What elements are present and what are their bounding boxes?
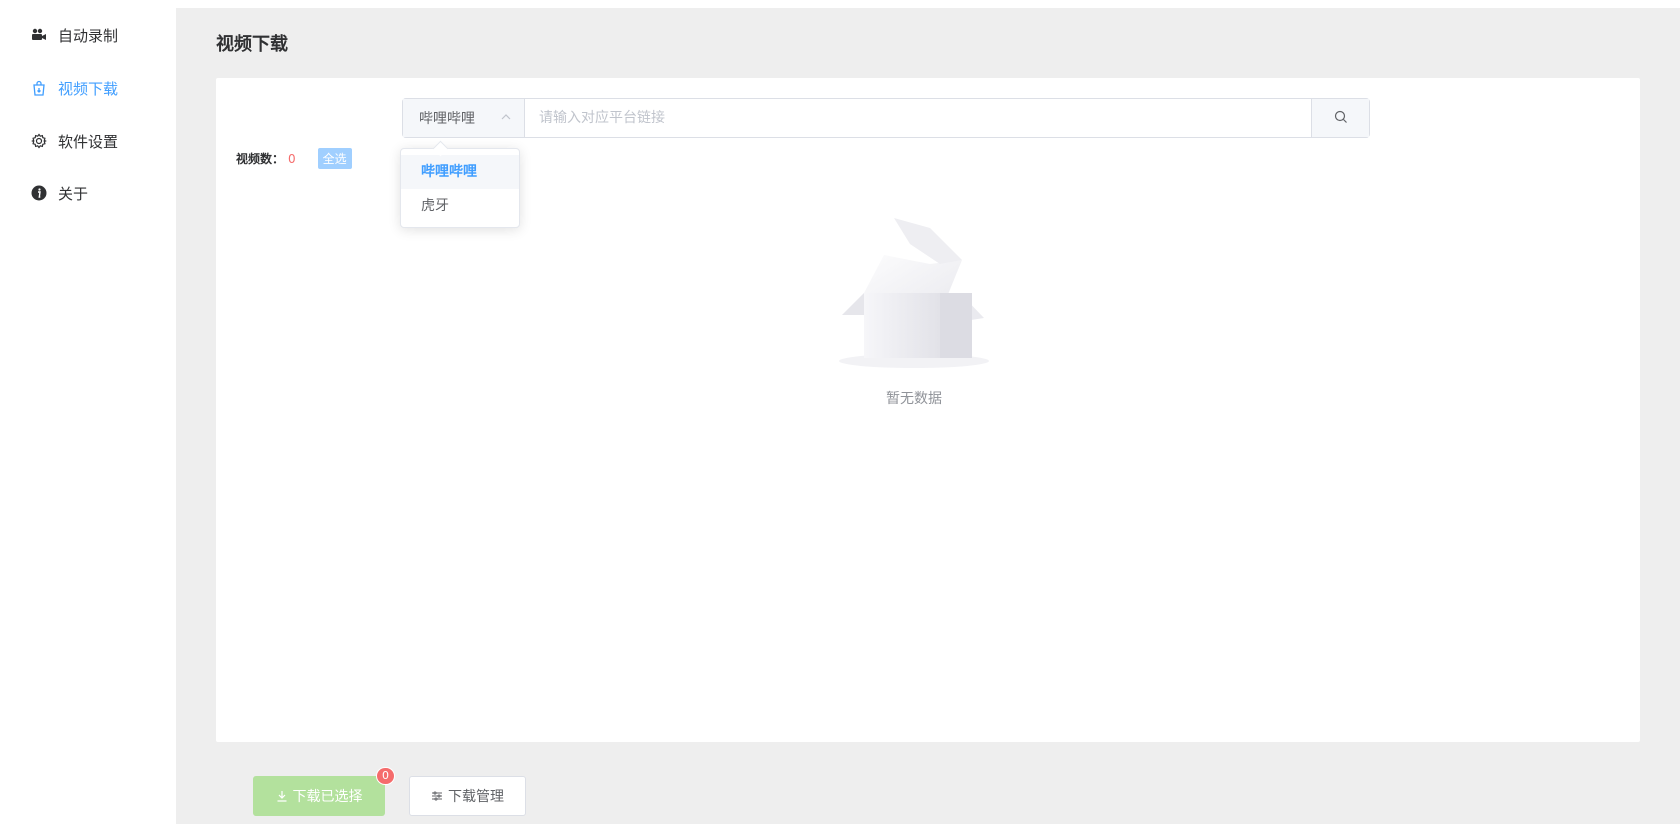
sidebar-item-label: 软件设置 <box>58 132 119 151</box>
main-content: 视频下载 哔哩哔哩 视频 <box>176 8 1680 824</box>
sidebar-item-settings[interactable]: 软件设置 <box>30 129 118 153</box>
info-icon <box>30 184 48 202</box>
download-manage-label: 下载管理 <box>448 788 504 804</box>
search-group: 哔哩哔哩 <box>402 98 1370 138</box>
sidebar-item-video-download[interactable]: 视频下载 <box>30 76 118 100</box>
platform-select[interactable]: 哔哩哔哩 <box>403 99 525 137</box>
chevron-up-icon <box>500 111 512 127</box>
gear-icon <box>30 132 48 150</box>
selected-count-badge: 0 <box>376 767 395 785</box>
download-selected-label: 下载已选择 <box>292 788 363 804</box>
video-camera-icon <box>30 26 48 44</box>
select-all-button[interactable]: 全选 <box>317 148 352 169</box>
sidebar-item-about[interactable]: 关于 <box>30 181 88 205</box>
content-card: 哔哩哔哩 视频数： 0 全选 <box>216 78 1640 742</box>
search-button[interactable] <box>1311 99 1369 137</box>
empty-text: 暂无数据 <box>886 391 942 407</box>
video-count-label: 视频数： <box>236 152 285 166</box>
platform-select-value: 哔哩哔哩 <box>419 111 475 127</box>
page-title: 视频下载 <box>216 34 288 55</box>
sidebar: 自动录制 视频下载 软件设置 关于 <box>0 0 176 830</box>
sidebar-item-label: 视频下载 <box>58 79 119 98</box>
download-icon <box>276 790 288 802</box>
sidebar-item-label: 自动录制 <box>58 26 119 45</box>
sliders-icon <box>431 790 443 802</box>
download-manage-button[interactable]: 下载管理 <box>409 776 526 816</box>
video-count-row: 视频数： 0 全选 <box>236 148 352 169</box>
url-input[interactable] <box>525 99 1311 137</box>
empty-state: 暂无数据 <box>834 218 994 408</box>
search-icon <box>1334 109 1348 128</box>
dropdown-option-huya[interactable]: 虎牙 <box>401 189 519 223</box>
platform-dropdown: 哔哩哔哩 虎牙 <box>400 148 520 228</box>
dropdown-option-bilibili[interactable]: 哔哩哔哩 <box>401 155 519 189</box>
sidebar-item-label: 关于 <box>58 184 89 203</box>
download-selected-button[interactable]: 下载已选择 <box>253 776 385 816</box>
empty-box-icon <box>834 218 994 374</box>
sidebar-item-auto-record[interactable]: 自动录制 <box>30 23 118 47</box>
video-count-value: 0 <box>288 151 296 166</box>
download-bag-icon <box>30 79 48 97</box>
